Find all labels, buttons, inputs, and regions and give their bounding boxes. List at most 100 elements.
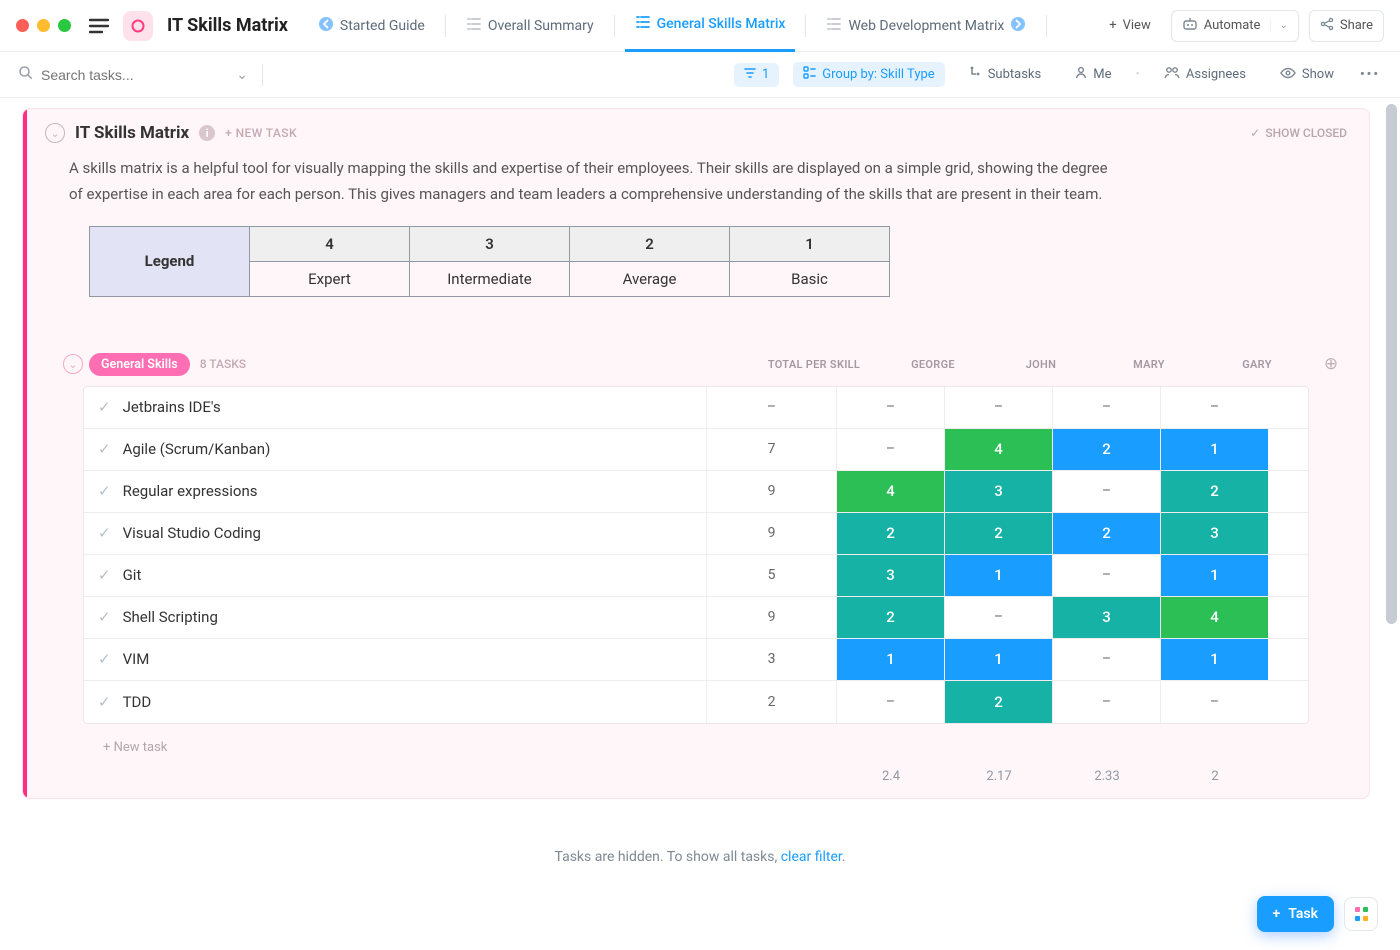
search-box[interactable]: ⌄ <box>18 65 248 84</box>
score-cell[interactable]: – <box>1052 639 1160 680</box>
filter-chip[interactable]: 1 <box>734 63 779 87</box>
more-menu[interactable]: ••• <box>1358 63 1382 86</box>
table-row[interactable]: ✓ VIM 311–1 <box>84 639 1308 681</box>
sheet-title[interactable]: IT Skills Matrix <box>75 123 189 143</box>
column-header[interactable]: MARY <box>1095 358 1203 371</box>
space-title[interactable]: IT Skills Matrix <box>167 15 288 36</box>
score-cell[interactable]: – <box>1160 387 1268 428</box>
score-cell[interactable]: – <box>1052 681 1160 723</box>
add-view-button[interactable]: + View <box>1099 10 1161 42</box>
task-name-cell[interactable]: ✓ Visual Studio Coding <box>84 513 706 554</box>
tab-started-guide[interactable]: Started Guide <box>308 0 435 52</box>
score-cell[interactable]: – <box>1052 387 1160 428</box>
show-button[interactable]: Show <box>1270 63 1344 87</box>
score-cell[interactable]: – <box>1052 555 1160 596</box>
score-cell[interactable]: 4 <box>944 429 1052 470</box>
score-cell[interactable]: 3 <box>1052 597 1160 638</box>
score-cell[interactable]: 1 <box>1160 639 1268 680</box>
column-header[interactable]: GARY <box>1203 358 1311 371</box>
close-window[interactable] <box>16 19 29 32</box>
table-row[interactable]: ✓ Git 531–1 <box>84 555 1308 597</box>
task-name-cell[interactable]: ✓ TDD <box>84 681 706 723</box>
score-cell[interactable]: 1 <box>1160 555 1268 596</box>
score-cell[interactable]: 4 <box>1160 597 1268 638</box>
score-cell[interactable]: 2 <box>944 681 1052 723</box>
search-input[interactable] <box>41 67 228 83</box>
assignees-filter[interactable]: Assignees <box>1154 62 1256 87</box>
add-column-button[interactable]: ⊕ <box>1311 354 1351 374</box>
task-name-cell[interactable]: ✓ Regular expressions <box>84 471 706 512</box>
total-cell[interactable]: 5 <box>706 555 836 596</box>
info-icon[interactable]: i <box>199 125 215 141</box>
table-row[interactable]: ✓ Shell Scripting 92–34 <box>84 597 1308 639</box>
table-row[interactable]: ✓ TDD 2–2–– <box>84 681 1308 723</box>
me-filter[interactable]: Me <box>1065 62 1121 87</box>
tab-web-development-matrix[interactable]: Web Development Matrix <box>816 0 1036 52</box>
table-row[interactable]: ✓ Regular expressions 943–2 <box>84 471 1308 513</box>
score-cell[interactable]: – <box>944 387 1052 428</box>
table-row[interactable]: ✓ Visual Studio Coding 92223 <box>84 513 1308 555</box>
score-cell[interactable]: 2 <box>836 513 944 554</box>
tab-general-skills-matrix[interactable]: General Skills Matrix <box>625 0 796 52</box>
new-task-link[interactable]: + NEW TASK <box>225 126 297 140</box>
score-cell[interactable]: 2 <box>1052 429 1160 470</box>
score-cell[interactable]: – <box>836 681 944 723</box>
score-cell[interactable]: 1 <box>944 639 1052 680</box>
new-task-fab[interactable]: + Task <box>1257 896 1334 932</box>
total-cell[interactable]: – <box>706 387 836 428</box>
tab-overall-summary[interactable]: Overall Summary <box>456 0 604 52</box>
total-cell[interactable]: 9 <box>706 597 836 638</box>
score-cell[interactable]: 2 <box>1160 471 1268 512</box>
chevron-down-icon[interactable]: ⌄ <box>236 67 248 83</box>
column-header[interactable]: TOTAL PER SKILL <box>749 358 879 371</box>
score-cell[interactable]: 1 <box>1160 429 1268 470</box>
score-cell[interactable]: 4 <box>836 471 944 512</box>
legend-label: Average <box>570 261 730 296</box>
task-name-cell[interactable]: ✓ VIM <box>84 639 706 680</box>
scrollbar-thumb[interactable] <box>1386 104 1397 624</box>
task-name-cell[interactable]: ✓ Shell Scripting <box>84 597 706 638</box>
score-cell[interactable]: – <box>944 597 1052 638</box>
show-closed-toggle[interactable]: ✓ SHOW CLOSED <box>1250 126 1347 140</box>
subtasks-toggle[interactable]: Subtasks <box>959 62 1052 87</box>
total-cell[interactable]: 7 <box>706 429 836 470</box>
score-cell[interactable]: 2 <box>1052 513 1160 554</box>
task-name-cell[interactable]: ✓ Agile (Scrum/Kanban) <box>84 429 706 470</box>
space-icon[interactable] <box>123 11 153 41</box>
score-cell[interactable]: 1 <box>836 639 944 680</box>
clear-filter-link[interactable]: clear filter <box>781 849 842 865</box>
score-cell[interactable]: 3 <box>1160 513 1268 554</box>
table-row[interactable]: ✓ Agile (Scrum/Kanban) 7–421 <box>84 429 1308 471</box>
score-cell[interactable]: 3 <box>836 555 944 596</box>
score-cell[interactable]: – <box>1052 471 1160 512</box>
score-cell[interactable]: – <box>1160 681 1268 723</box>
total-cell[interactable]: 9 <box>706 471 836 512</box>
scrollbar-track[interactable] <box>1386 98 1397 950</box>
total-cell[interactable]: 9 <box>706 513 836 554</box>
automate-button[interactable]: Automate ⌄ <box>1171 10 1299 42</box>
collapse-group-icon[interactable]: ⌄ <box>63 354 83 374</box>
apps-button[interactable] <box>1344 897 1378 931</box>
menu-icon[interactable] <box>89 18 109 34</box>
zoom-window[interactable] <box>58 19 71 32</box>
check-icon: ✓ <box>1250 126 1260 140</box>
group-by-chip[interactable]: Group by: Skill Type <box>793 62 944 87</box>
collapse-icon[interactable]: ⌄ <box>45 123 65 143</box>
score-cell[interactable]: 3 <box>944 471 1052 512</box>
column-header[interactable]: JOHN <box>987 358 1095 371</box>
column-header[interactable]: GEORGE <box>879 358 987 371</box>
score-cell[interactable]: 2 <box>944 513 1052 554</box>
new-task-row[interactable]: + New task <box>23 730 1369 765</box>
group-name-pill[interactable]: General Skills <box>89 353 190 376</box>
score-cell[interactable]: – <box>836 429 944 470</box>
minimize-window[interactable] <box>37 19 50 32</box>
share-button[interactable]: Share <box>1309 10 1384 42</box>
score-cell[interactable]: 2 <box>836 597 944 638</box>
total-cell[interactable]: 3 <box>706 639 836 680</box>
task-name-cell[interactable]: ✓ Git <box>84 555 706 596</box>
task-name-cell[interactable]: ✓ Jetbrains IDE's <box>84 387 706 428</box>
table-row[interactable]: ✓ Jetbrains IDE's ––––– <box>84 387 1308 429</box>
score-cell[interactable]: – <box>836 387 944 428</box>
score-cell[interactable]: 1 <box>944 555 1052 596</box>
total-cell[interactable]: 2 <box>706 681 836 723</box>
